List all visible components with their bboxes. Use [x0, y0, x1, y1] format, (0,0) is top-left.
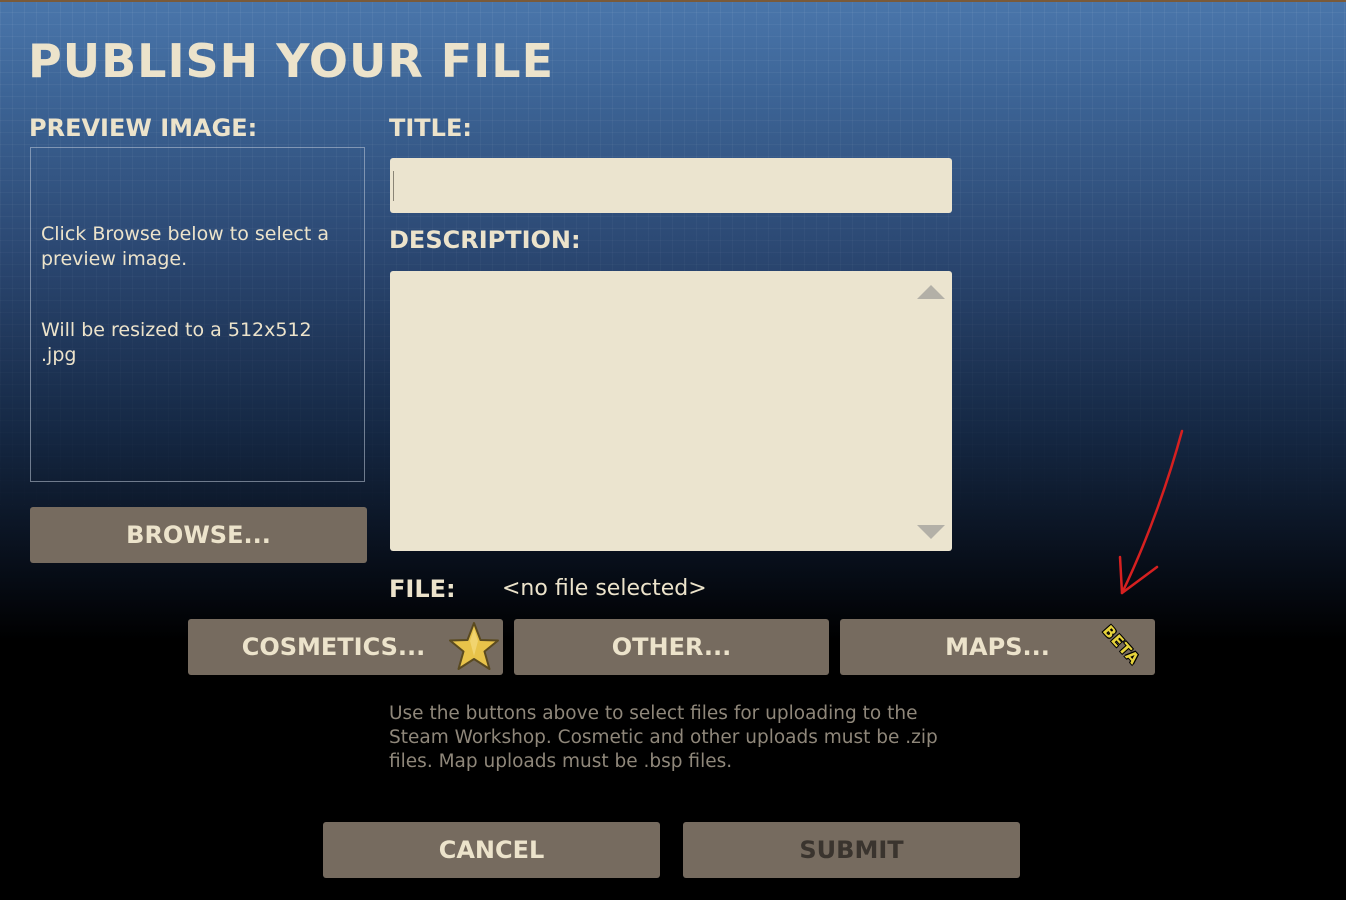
title-label: TITLE: — [389, 114, 472, 142]
preview-image-label: PREVIEW IMAGE: — [29, 114, 258, 142]
cancel-button-label: CANCEL — [438, 836, 545, 864]
cosmetics-button[interactable]: COSMETICS... — [188, 619, 503, 675]
text-cursor — [393, 171, 394, 201]
top-border — [0, 0, 1346, 2]
preview-instructions: Click Browse below to select a preview i… — [41, 223, 330, 270]
description-input[interactable] — [390, 271, 952, 551]
file-label: FILE: — [389, 575, 456, 603]
browse-button[interactable]: BROWSE... — [30, 507, 367, 563]
maps-button[interactable]: MAPS... — [840, 619, 1155, 675]
browse-button-label: BROWSE... — [126, 521, 271, 549]
title-input[interactable] — [390, 158, 952, 213]
publish-dialog: PUBLISH YOUR FILE PREVIEW IMAGE: Click B… — [0, 0, 1346, 900]
file-value: <no file selected> — [502, 576, 707, 601]
other-button[interactable]: OTHER... — [514, 619, 829, 675]
other-button-label: OTHER... — [611, 633, 732, 661]
scroll-up-icon[interactable] — [917, 285, 945, 299]
cosmetics-button-label: COSMETICS... — [241, 633, 426, 661]
description-label: DESCRIPTION: — [389, 226, 581, 254]
submit-button[interactable]: SUBMIT — [683, 822, 1020, 878]
preview-resize-note: Will be resized to a 512x512 .jpg — [41, 319, 312, 366]
help-text: Use the buttons above to select files fo… — [389, 703, 938, 772]
submit-button-label: SUBMIT — [799, 836, 904, 864]
maps-button-label: MAPS... — [945, 633, 1050, 661]
cancel-button[interactable]: CANCEL — [323, 822, 660, 878]
preview-image-box: Click Browse below to select a preview i… — [30, 147, 365, 482]
red-arrow-annotation-icon — [1118, 429, 1184, 595]
page-title: PUBLISH YOUR FILE — [28, 34, 555, 88]
scroll-down-icon[interactable] — [917, 525, 945, 539]
